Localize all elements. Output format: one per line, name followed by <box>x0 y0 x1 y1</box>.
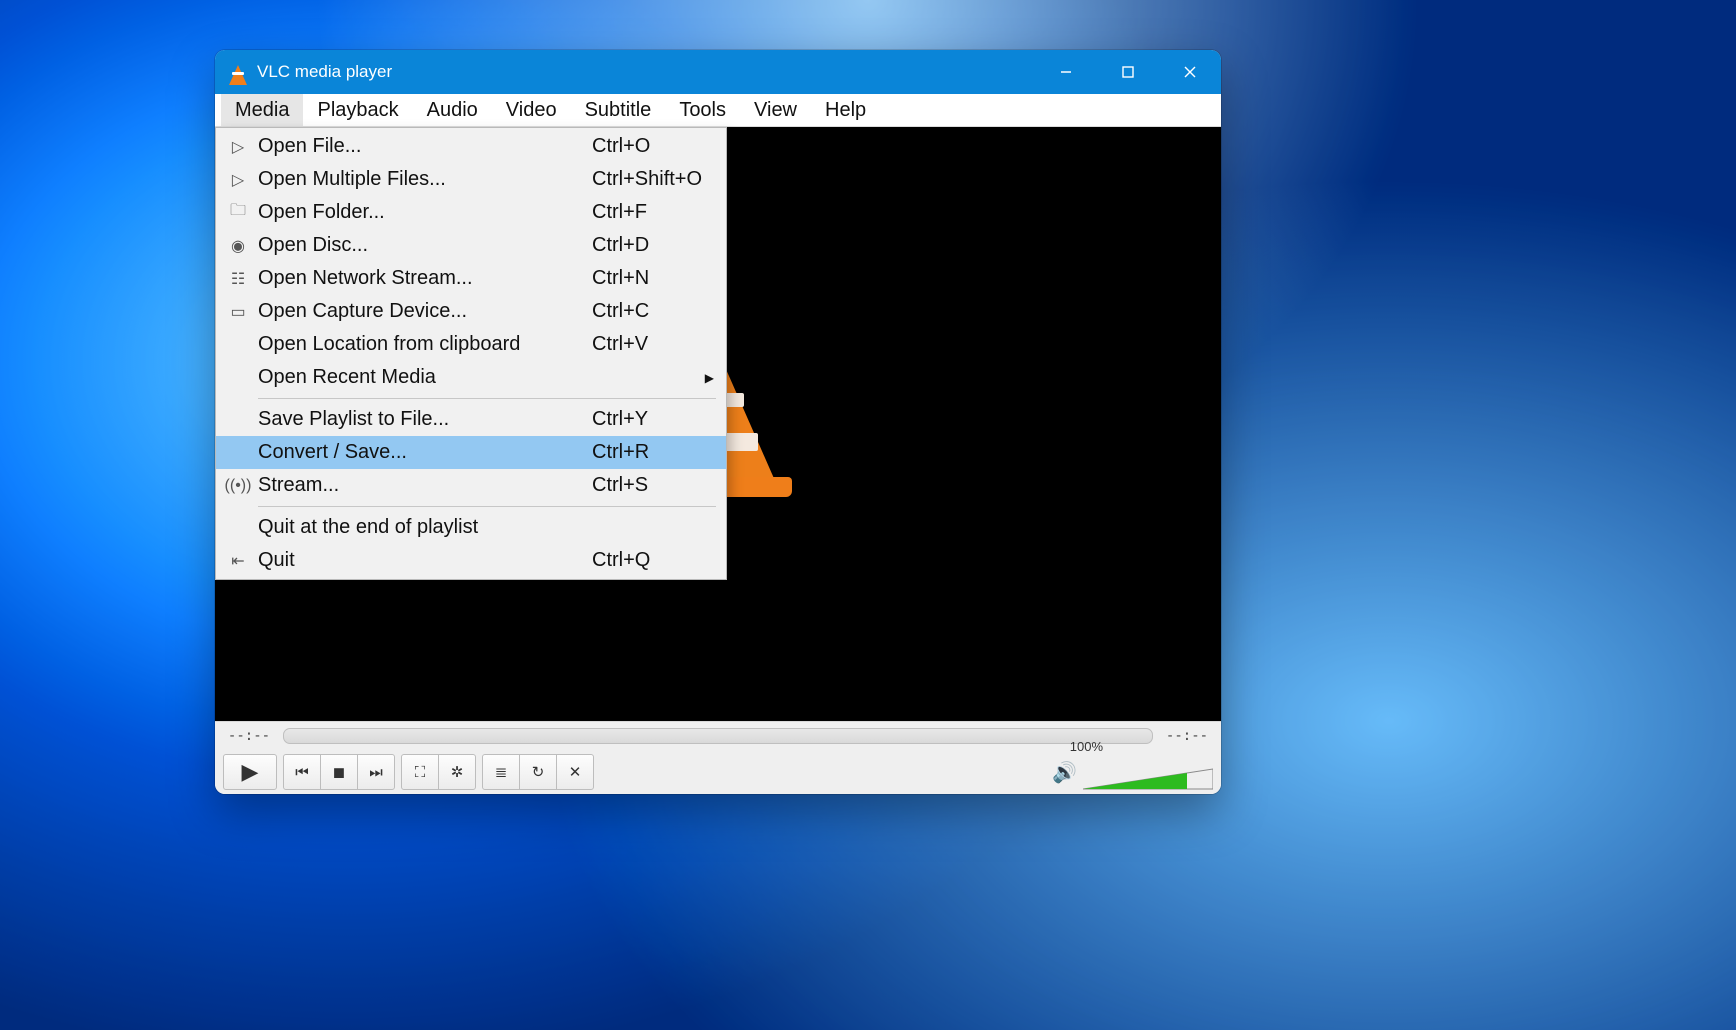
menu-item-label: Open Multiple Files... <box>252 168 572 191</box>
menu-item-shortcut: Ctrl+C <box>572 300 712 323</box>
menu-item-label: Open Location from clipboard <box>252 333 572 356</box>
menu-item-label: Convert / Save... <box>252 441 572 464</box>
menu-item-shortcut: Ctrl+N <box>572 267 712 290</box>
maximize-button[interactable] <box>1097 50 1159 94</box>
minimize-icon <box>1059 65 1073 79</box>
minimize-button[interactable] <box>1035 50 1097 94</box>
window-title: VLC media player <box>257 62 392 82</box>
menu-item[interactable]: Save Playlist to File...Ctrl+Y <box>216 403 726 436</box>
app-icon <box>225 59 251 85</box>
playlist-group: ≣ ↻ ✕ <box>482 754 594 790</box>
control-bar: --:-- --:-- ▶ ⏮ ◼ ⏭ ⛶ ✲ ≣ ↻ ✕ 🔊 100% <box>215 721 1221 794</box>
menu-video[interactable]: Video <box>492 94 571 126</box>
media-dropdown: ▷Open File...Ctrl+O▷Open Multiple Files.… <box>215 127 727 580</box>
menu-item[interactable]: ▷Open File...Ctrl+O <box>216 130 726 163</box>
menu-tools[interactable]: Tools <box>665 94 740 126</box>
menu-view[interactable]: View <box>740 94 811 126</box>
total-time[interactable]: --:-- <box>1161 728 1213 744</box>
menu-item-shortcut: Ctrl+Shift+O <box>572 168 712 191</box>
menu-item-label: Open Capture Device... <box>252 300 572 323</box>
play-button[interactable]: ▶ <box>223 754 277 790</box>
menu-item-shortcut: Ctrl+Y <box>572 408 712 431</box>
menu-item-shortcut: Ctrl+D <box>572 234 712 257</box>
menu-item-label: Open Network Stream... <box>252 267 572 290</box>
volume-percent-label: 100% <box>1070 739 1103 754</box>
menu-item-label: Open Folder... <box>252 201 572 224</box>
capture-icon: ▭ <box>224 302 252 322</box>
menu-media[interactable]: Media <box>221 94 303 126</box>
stream-icon: ((•)) <box>224 477 252 495</box>
previous-button[interactable]: ⏮ <box>283 754 321 790</box>
menu-item-shortcut: Ctrl+O <box>572 135 712 158</box>
menu-item-shortcut: Ctrl+R <box>572 441 712 464</box>
menu-item[interactable]: Open Recent Media ▶ <box>216 361 726 394</box>
menu-item-shortcut: Ctrl+F <box>572 201 712 224</box>
disc-icon: ◉ <box>224 236 252 256</box>
folder-icon: 🗀 <box>224 199 252 226</box>
shuffle-button[interactable]: ✕ <box>556 754 594 790</box>
menu-item[interactable]: ⇤QuitCtrl+Q <box>216 544 726 577</box>
menu-item-label: Open Recent Media <box>252 366 572 389</box>
transport-group: ⏮ ◼ ⏭ <box>283 754 395 790</box>
file-play-icon: ▷ <box>224 137 252 157</box>
titlebar[interactable]: VLC media player <box>215 50 1221 94</box>
menu-help[interactable]: Help <box>811 94 880 126</box>
fullscreen-button[interactable]: ⛶ <box>401 754 439 790</box>
menu-item[interactable]: Convert / Save...Ctrl+R <box>216 436 726 469</box>
close-button[interactable] <box>1159 50 1221 94</box>
volume-control: 🔊 100% <box>1052 753 1213 791</box>
playlist-button[interactable]: ≣ <box>482 754 520 790</box>
maximize-icon <box>1121 65 1135 79</box>
submenu-arrow-icon: ▶ <box>705 371 714 385</box>
menu-item-label: Open File... <box>252 135 572 158</box>
menu-item[interactable]: 🗀Open Folder...Ctrl+F <box>216 196 726 229</box>
menu-item-shortcut: Ctrl+V <box>572 333 712 356</box>
menu-item-label: Quit <box>252 549 572 572</box>
next-button[interactable]: ⏭ <box>357 754 395 790</box>
menu-playback[interactable]: Playback <box>303 94 412 126</box>
menu-item[interactable]: ▭Open Capture Device...Ctrl+C <box>216 295 726 328</box>
ext-settings-button[interactable]: ✲ <box>438 754 476 790</box>
menu-item-label: Stream... <box>252 474 572 497</box>
file-play-icon: ▷ <box>224 170 252 190</box>
seek-slider[interactable] <box>283 728 1153 744</box>
menubar: Media Playback Audio Video Subtitle Tool… <box>215 94 1221 127</box>
menu-item-label: Open Disc... <box>252 234 572 257</box>
speaker-icon[interactable]: 🔊 <box>1052 760 1077 785</box>
menu-item-shortcut: Ctrl+S <box>572 474 712 497</box>
menu-item[interactable]: ☷Open Network Stream...Ctrl+N <box>216 262 726 295</box>
menu-subtitle[interactable]: Subtitle <box>571 94 666 126</box>
menu-item[interactable]: ◉Open Disc...Ctrl+D <box>216 229 726 262</box>
menu-item[interactable]: ▷Open Multiple Files...Ctrl+Shift+O <box>216 163 726 196</box>
menu-item-label: Save Playlist to File... <box>252 408 572 431</box>
close-icon <box>1183 65 1197 79</box>
menu-item[interactable]: Quit at the end of playlist <box>216 511 726 544</box>
network-icon: ☷ <box>224 269 252 289</box>
menu-item[interactable]: Open Location from clipboardCtrl+V <box>216 328 726 361</box>
menu-item[interactable]: ((•))Stream...Ctrl+S <box>216 469 726 502</box>
elapsed-time[interactable]: --:-- <box>223 728 275 744</box>
vlc-window: VLC media player Media Playback Audio Vi… <box>215 50 1221 794</box>
menu-item-shortcut: Ctrl+Q <box>572 549 712 572</box>
volume-slider[interactable] <box>1083 767 1213 791</box>
loop-button[interactable]: ↻ <box>519 754 557 790</box>
menu-audio[interactable]: Audio <box>413 94 492 126</box>
quit-icon: ⇤ <box>224 551 252 571</box>
menu-item-label: Quit at the end of playlist <box>252 516 572 539</box>
view-group: ⛶ ✲ <box>401 754 476 790</box>
stop-button[interactable]: ◼ <box>320 754 358 790</box>
